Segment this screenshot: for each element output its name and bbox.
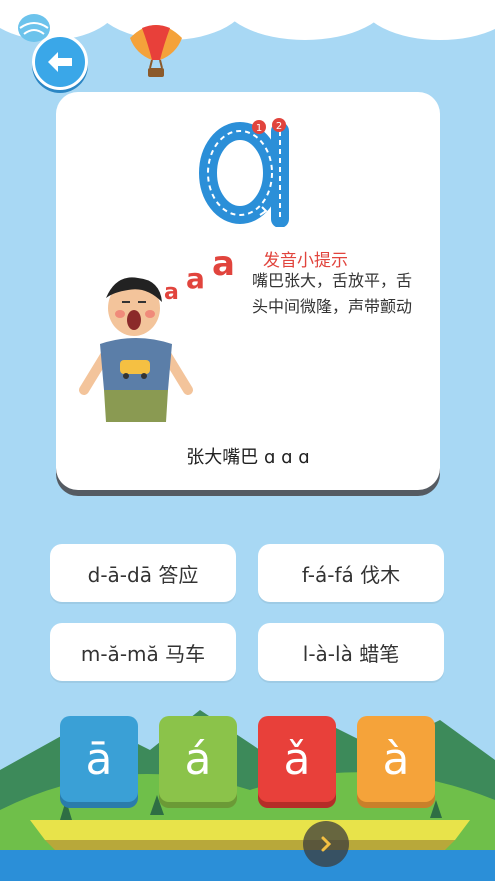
tone-button-1[interactable]: ā	[60, 716, 138, 802]
tone-label: á	[184, 733, 212, 785]
tone-label: à	[382, 733, 410, 785]
tone-label: ǎ	[283, 733, 311, 785]
boy-illustration	[79, 277, 193, 422]
word-label: f-á-fá 伐木	[301, 562, 401, 587]
back-arrow-icon	[48, 52, 72, 72]
word-button-labi[interactable]: l-à-là 蜡笔	[258, 623, 444, 681]
tone-button-2[interactable]: á	[159, 716, 237, 802]
tone-button-4[interactable]: à	[357, 716, 435, 802]
stroke-number-1: 1	[256, 123, 262, 134]
back-button[interactable]	[32, 34, 88, 90]
hot-air-balloon-icon	[130, 25, 182, 77]
word-button-daying[interactable]: d-ā-dā 答应	[50, 544, 236, 602]
card-caption: 张大嘴巴 ɑ ɑ ɑ	[186, 447, 310, 468]
pronunciation-tip-text: 嘴巴张大，舌放平，舌 头中间微隆，声带颤动	[252, 268, 432, 320]
sound-mark-large: a	[212, 244, 235, 284]
word-label: l-à-là 蜡笔	[302, 641, 400, 666]
word-button-mache[interactable]: m-ă-mă 马车	[50, 623, 236, 681]
next-button[interactable]	[303, 821, 349, 867]
tone-button-3[interactable]: ǎ	[258, 716, 336, 802]
chevron-right-icon	[321, 836, 332, 852]
letter-stroke-glyph: 1 2	[199, 118, 289, 227]
word-label: m-ă-mă 马车	[80, 641, 206, 666]
word-button-famu[interactable]: f-á-fá 伐木	[258, 544, 444, 602]
tip-line-2: 头中间微隆，声带颤动	[252, 297, 413, 316]
tone-label: ā	[85, 733, 113, 785]
tip-line-1: 嘴巴张大，舌放平，舌	[252, 271, 413, 290]
stroke-number-2: 2	[276, 121, 282, 132]
word-label: d-ā-dā 答应	[87, 562, 199, 587]
